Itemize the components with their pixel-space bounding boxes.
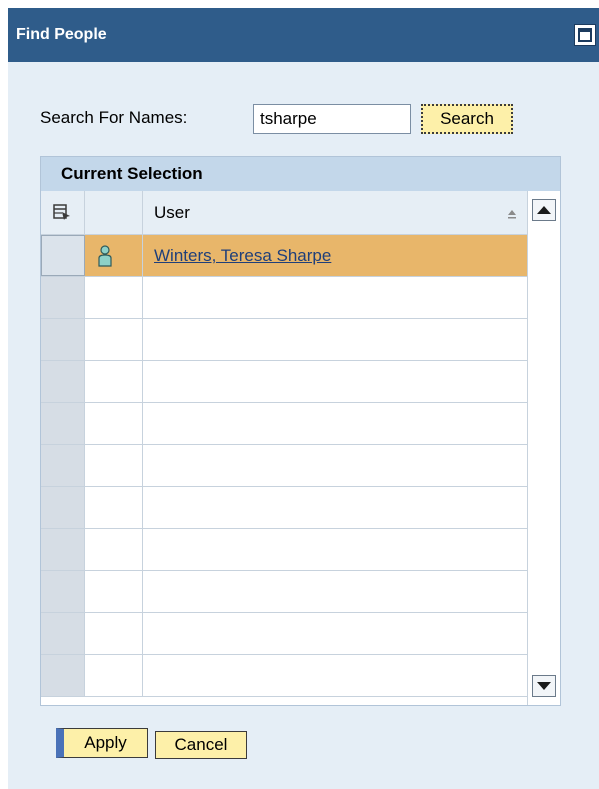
row-selector[interactable] [41,571,85,612]
user-cell [143,613,527,654]
search-input[interactable] [253,104,411,134]
icon-cell [85,655,143,696]
maximize-icon[interactable] [574,24,596,46]
table-caption: Current Selection [41,157,560,191]
icon-cell [85,403,143,444]
row-selector[interactable] [41,655,85,696]
user-cell [143,319,527,360]
row-selector[interactable] [41,529,85,570]
scroll-down-icon[interactable] [533,676,555,696]
user-column-header[interactable]: User [143,191,527,234]
person-icon-cell [85,235,143,276]
row-selector[interactable] [41,487,85,528]
row-selector[interactable] [41,613,85,654]
dialog-title: Find People [16,26,107,43]
table-row[interactable] [41,361,527,403]
scroll-up-button[interactable] [532,199,556,221]
icon-column-header [85,191,143,234]
user-cell [143,655,527,696]
user-cell [143,529,527,570]
person-icon [98,245,112,267]
table-row[interactable] [41,487,527,529]
table-row[interactable] [41,403,527,445]
icon-cell [85,487,143,528]
user-cell [143,361,527,402]
selection-table: Current Selection User Winters, Teresa S… [40,156,561,706]
user-cell [143,277,527,318]
find-people-dialog: Find People Search For Names: Search Cur… [8,8,599,789]
user-cell [143,571,527,612]
table-row[interactable] [41,571,527,613]
row-selector[interactable] [41,277,85,318]
apply-button[interactable]: Apply [56,728,148,758]
select-all-header[interactable] [41,191,85,234]
column-settings-icon[interactable] [53,203,71,221]
row-selector[interactable] [41,445,85,486]
scroll-up-icon[interactable] [533,200,555,220]
user-cell [143,487,527,528]
icon-cell [85,319,143,360]
table-row[interactable] [41,529,527,571]
table-row[interactable]: Winters, Teresa Sharpe [41,235,527,277]
table-row[interactable] [41,445,527,487]
user-column-label: User [154,203,190,222]
vertical-scrollbar[interactable] [527,191,560,705]
table-row[interactable] [41,655,527,697]
title-bar: Find People [8,8,599,62]
table-row[interactable] [41,319,527,361]
row-selector[interactable] [41,319,85,360]
icon-cell [85,613,143,654]
table-row[interactable] [41,613,527,655]
sort-ascending-icon[interactable] [507,209,517,219]
search-button[interactable]: Search [421,104,513,134]
icon-cell [85,571,143,612]
user-cell [143,445,527,486]
table-row[interactable] [41,277,527,319]
icon-cell [85,445,143,486]
icon-cell [85,361,143,402]
user-cell: Winters, Teresa Sharpe [143,235,527,276]
search-label: Search For Names: [40,108,188,127]
row-selector[interactable] [41,235,85,276]
user-cell [143,403,527,444]
table-header: User [41,191,527,235]
scroll-down-button[interactable] [532,675,556,697]
cancel-button[interactable]: Cancel [155,731,247,759]
icon-cell [85,529,143,570]
row-selector[interactable] [41,403,85,444]
icon-cell [85,277,143,318]
user-link[interactable]: Winters, Teresa Sharpe [154,246,331,266]
row-selector[interactable] [41,361,85,402]
